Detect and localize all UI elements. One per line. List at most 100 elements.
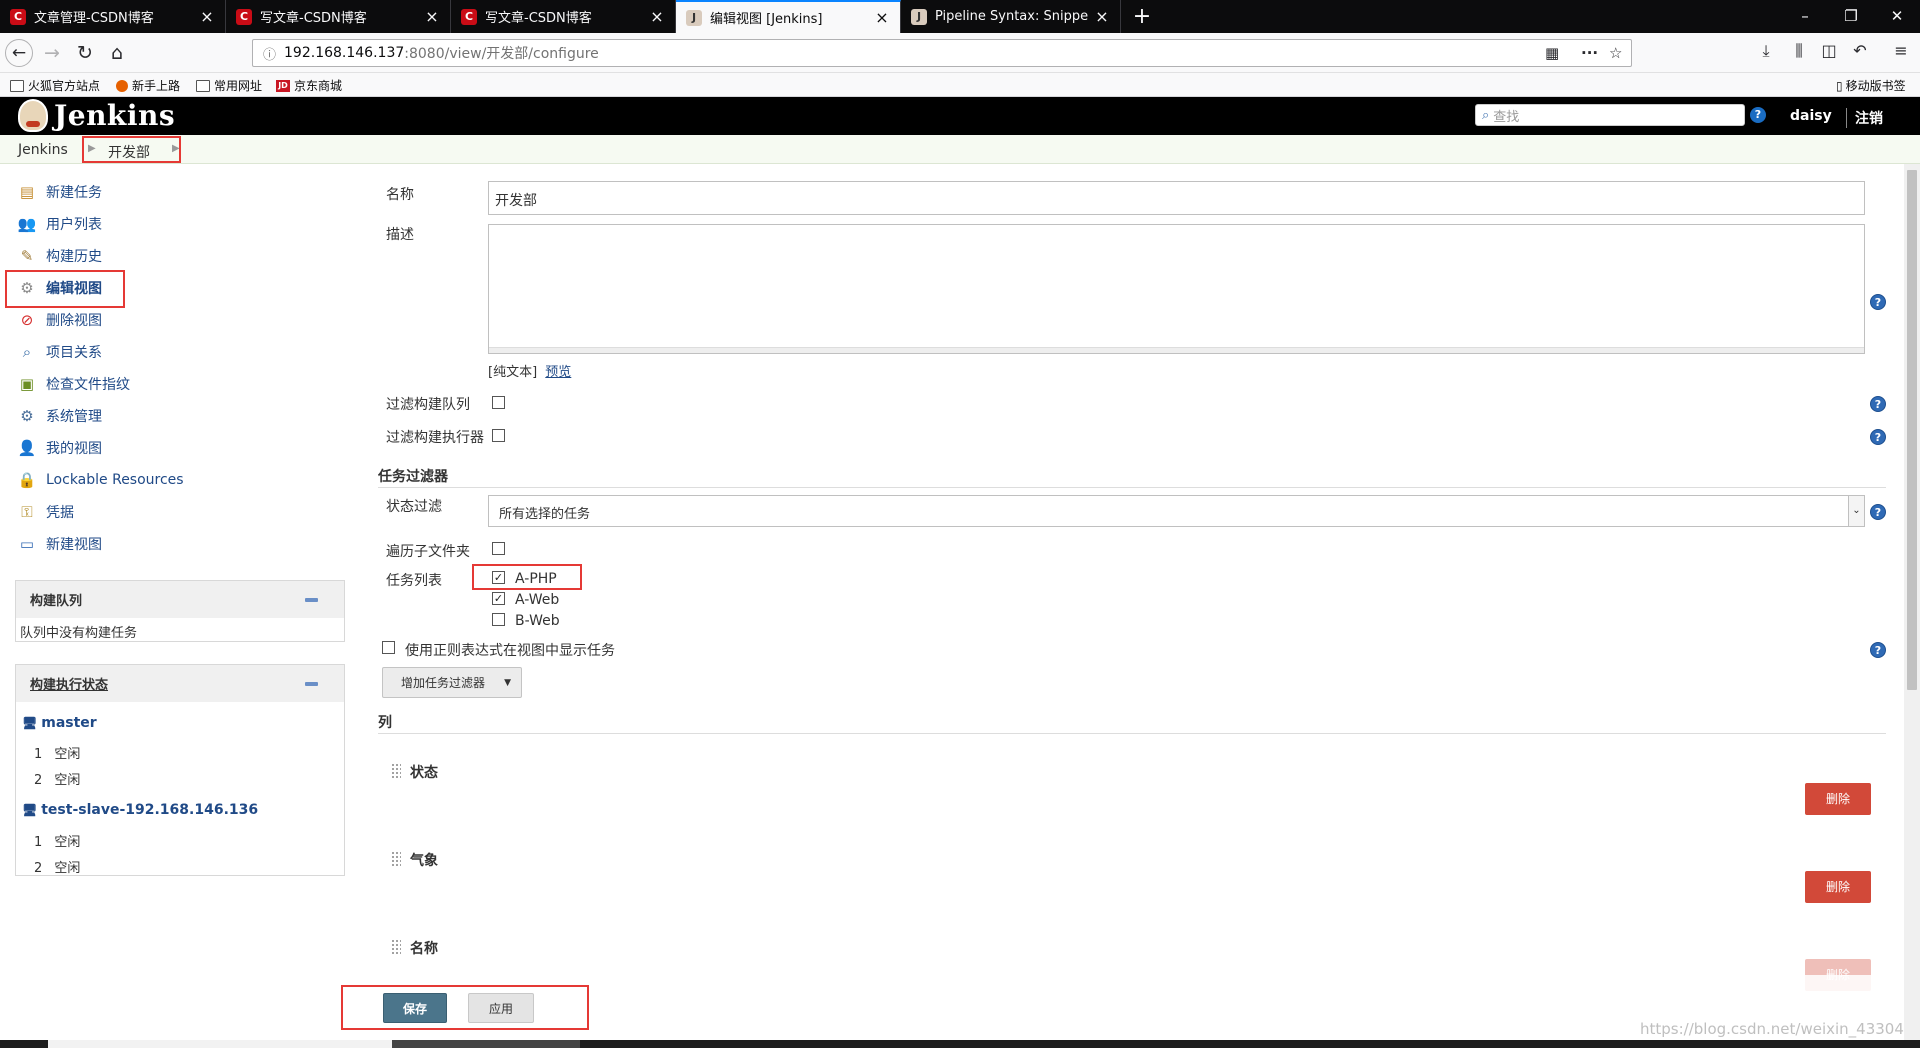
job-checkbox-a-php[interactable]: ✓ [492,571,505,584]
breadcrumb-view[interactable]: 开发部 [108,142,150,162]
textarea-resize-bar[interactable] [489,347,1864,353]
browser-tab[interactable]: C 写文章-CSDN博客 × [451,0,676,33]
close-icon[interactable]: × [874,8,890,27]
browser-tab[interactable]: C 写文章-CSDN博客 × [226,0,451,33]
bookmark-item[interactable]: JD 京东商城 [276,77,342,94]
close-icon[interactable]: × [1094,7,1110,26]
home-icon[interactable]: ⌂ [103,39,131,67]
sidebar-item-fingerprint[interactable]: ▣ 检查文件指纹 [16,372,130,396]
sidebar-item-lockable-resources[interactable]: 🔒 Lockable Resources [16,468,184,492]
minimize-icon[interactable]: – [1782,0,1828,33]
job-name: A-Web [515,592,560,608]
menu-icon[interactable]: ≡ [1889,41,1913,60]
sidebar-item-new-task[interactable]: ▤ 新建任务 [16,180,102,204]
sidebar-item-delete-view[interactable]: ⊘ 删除视图 [16,308,102,332]
job-checkbox-b-web[interactable] [492,613,505,626]
restore-icon[interactable]: ❐ [1828,0,1874,33]
drag-handle-icon[interactable] [391,763,401,779]
chevron-down-icon[interactable]: ⌄ [1848,496,1864,526]
browser-tab-active[interactable]: J 编辑视图 [Jenkins] × [676,0,901,33]
close-icon[interactable]: × [199,7,215,26]
status-bar [0,1040,1920,1048]
sidebar-icon[interactable]: ◫ [1817,41,1841,60]
recurse-checkbox[interactable] [492,542,505,555]
download-icon[interactable]: ⤓ [1754,41,1778,61]
browser-tab[interactable]: C 文章管理-CSDN博客 × [0,0,226,33]
help-icon[interactable]: ? [1870,294,1886,310]
scrollbar[interactable] [1904,164,1920,1040]
logout-link[interactable]: 注销 [1846,108,1883,128]
description-format: [纯文本] 预览 [488,361,571,380]
status-filter-select[interactable]: 所有选择的任务 ⌄ [488,495,1865,527]
section-divider [378,487,1886,488]
new-tab-icon[interactable]: + [1130,4,1154,29]
name-input[interactable]: 开发部 [488,181,1865,215]
more-icon[interactable]: ··· [1581,40,1598,66]
close-icon[interactable]: × [649,7,665,26]
sidebar-item-credentials[interactable]: ⚿ 凭据 [16,500,74,524]
sidebar-item-my-views[interactable]: 👤 我的视图 [16,436,102,460]
help-icon[interactable]: ? [1870,396,1886,412]
csdn-icon: C [461,8,477,25]
collapse-icon[interactable] [305,682,318,686]
url-bar[interactable]: ⓘ 192.168.146.137 :8080/view/开发部/configu… [252,39,1632,67]
help-icon[interactable]: ? [1750,107,1766,123]
apply-button[interactable]: 应用 [468,993,534,1023]
library-icon[interactable]: ⫼ [1787,41,1811,61]
search-input[interactable]: ⌕ 查找 [1475,104,1745,126]
regex-checkbox[interactable] [382,641,395,654]
sidebar-item-edit-view[interactable]: ⚙ 编辑视图 [16,276,102,300]
job-checkbox-a-web[interactable]: ✓ [492,592,505,605]
filter-executor-label: 过滤构建执行器 [386,430,484,446]
description-textarea[interactable] [488,224,1865,354]
back-icon[interactable]: ← [5,39,33,67]
executor-status-title[interactable]: 构建执行状态 [30,674,108,693]
add-job-filter-button[interactable]: 增加任务过滤器 ▼ [382,667,522,698]
browser-tab[interactable]: J Pipeline Syntax: Snippet Gen × [901,0,1121,33]
executor-row: 2 空闲 [34,857,80,876]
mobile-bookmarks[interactable]: ▯ 移动版书签 [1836,77,1906,94]
window-close-icon[interactable]: ✕ [1874,0,1920,33]
csdn-icon: C [236,8,252,25]
jenkins-logo[interactable]: Jenkins [18,99,175,132]
sidebar-item-label: 检查文件指纹 [46,377,130,393]
star-icon[interactable]: ☆ [1609,40,1622,66]
forward-icon[interactable]: → [38,39,66,67]
filter-queue-checkbox[interactable] [492,396,505,409]
description-label: 描述 [386,227,414,243]
executor-node[interactable]: 🖥 master [22,715,97,731]
user-link[interactable]: daisy [1790,108,1832,124]
scrollbar-thumb[interactable] [1907,170,1917,690]
drag-handle-icon[interactable] [391,851,401,867]
recurse-label: 遍历子文件夹 [386,544,470,560]
collapse-icon[interactable] [305,598,318,602]
help-icon[interactable]: ? [1870,504,1886,520]
sidebar-item-project-relation[interactable]: ⌕ 项目关系 [16,340,102,364]
bookmark-item[interactable]: 新手上路 [116,77,180,94]
drag-handle-icon[interactable] [391,939,401,955]
save-button[interactable]: 保存 [383,993,447,1023]
preview-link[interactable]: 预览 [545,365,571,380]
help-icon[interactable]: ? [1870,429,1886,445]
bookmark-item[interactable]: 火狐官方站点 [10,77,100,94]
sidebar-item-manage[interactable]: ⚙ 系统管理 [16,404,102,428]
close-icon[interactable]: × [424,7,440,26]
delete-column-button[interactable]: 删除 [1805,783,1871,815]
firefox-icon [116,79,128,92]
delete-column-button[interactable]: 删除 [1805,871,1871,903]
breadcrumb-jenkins[interactable]: Jenkins [18,142,68,158]
bookmark-item[interactable]: 常用网址 [196,77,262,94]
executor-state: 空闲 [54,835,81,850]
filter-executor-checkbox[interactable] [492,429,505,442]
sidebar-item-new-view[interactable]: ▭ 新建视图 [16,532,102,556]
help-icon[interactable]: ? [1870,642,1886,658]
reload-icon[interactable]: ↻ [71,39,99,67]
qr-code-icon[interactable]: ▦ [1545,40,1559,66]
undo-icon[interactable]: ↶ [1848,41,1872,60]
sidebar-item-build-history[interactable]: ✎ 构建历史 [16,244,102,268]
sidebar-item-users[interactable]: 👥 用户列表 [16,212,102,236]
bookmark-label: 常用网址 [214,79,263,93]
jenkins-icon: J [686,9,702,26]
info-icon[interactable]: ⓘ [263,44,276,63]
executor-node[interactable]: 🖥 test-slave-192.168.146.136 [22,802,258,818]
